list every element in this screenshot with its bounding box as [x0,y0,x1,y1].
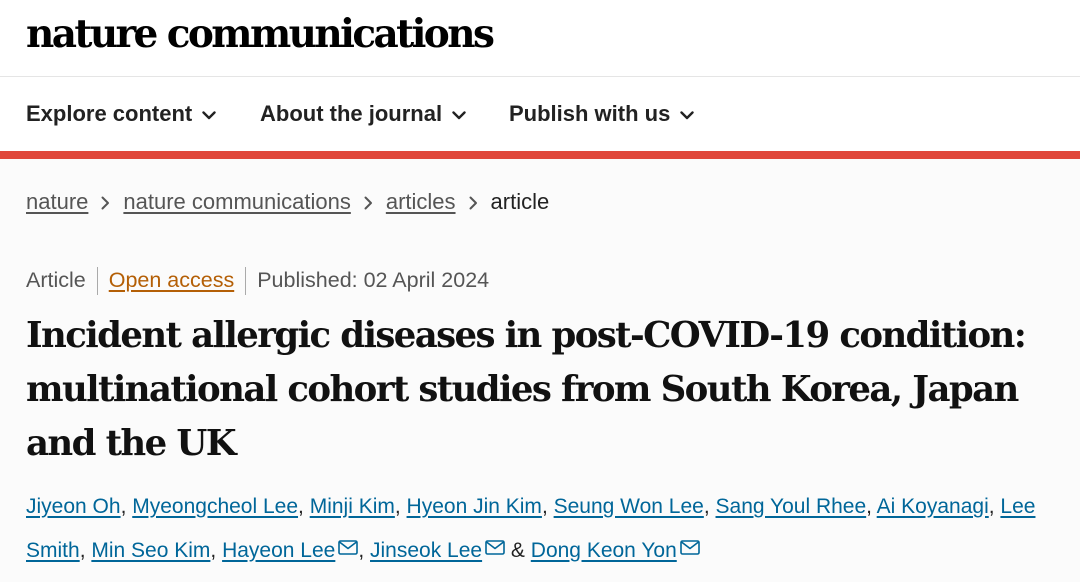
nav-item-label: Publish with us [509,101,671,126]
meta-divider [96,267,98,296]
article-content: nature nature communications articles artic… [0,159,1080,582]
chevron-down-icon [202,110,216,120]
author-link[interactable]: Hayeon Lee [222,539,335,562]
article-title: Incident allergic diseases in post-COVID… [26,315,1027,464]
open-access-link[interactable]: Open access [109,268,234,292]
author-link[interactable]: Ai Koyanagi [877,495,989,518]
nav-explore-content[interactable]: Explore content [26,99,216,129]
mail-icon[interactable] [338,540,359,555]
published-date: Published: 02 April 2024 [257,268,490,292]
nav-item-label: Explore content [26,101,193,126]
mail-icon[interactable] [679,540,700,555]
nav-about-the-journal[interactable]: About the journal [260,99,466,129]
author-link[interactable]: Myeongcheol Lee [132,495,298,518]
author-link[interactable]: Seung Won Lee [554,495,704,518]
author-link[interactable]: Sang Youl Rhee [716,495,867,518]
chevron-right-icon [469,196,478,210]
breadcrumb-current: article [490,189,550,214]
nav-item-label: About the journal [260,101,443,126]
breadcrumb-link-nature-communications[interactable]: nature communications [123,189,350,214]
article-meta: Article Open access Published: 02 April 20… [26,265,490,296]
journal-logo[interactable]: nature communications [26,10,495,58]
main-nav: Explore content About the journal Publis… [0,77,1080,151]
chevron-right-icon [101,196,110,210]
breadcrumb-link-articles[interactable]: articles [386,189,456,214]
mail-icon[interactable] [485,540,505,555]
author-list: Jiyeon Oh, Myeongcheol Lee, Minji Kim, H… [26,495,1036,562]
meta-divider [245,267,247,296]
chevron-down-icon [452,110,466,120]
accent-rule [0,151,1080,159]
breadcrumb: nature nature communications articles artic… [26,187,549,217]
nav-publish-with-us[interactable]: Publish with us [509,99,695,129]
chevron-right-icon [364,196,373,210]
chevron-down-icon [680,110,695,120]
author-link[interactable]: Jiyeon Oh [26,495,121,518]
author-link[interactable]: Jinseok Lee [370,539,482,562]
breadcrumb-link-nature[interactable]: nature [26,189,88,214]
site-header: nature communications [0,0,1080,77]
author-link[interactable]: Hyeon Jin Kim [407,495,542,518]
author-link[interactable]: Min Seo Kim [91,539,210,562]
article-type: Article [26,268,86,292]
author-link[interactable]: Dong Keon Yon [531,539,677,562]
author-link[interactable]: Minji Kim [310,495,395,518]
